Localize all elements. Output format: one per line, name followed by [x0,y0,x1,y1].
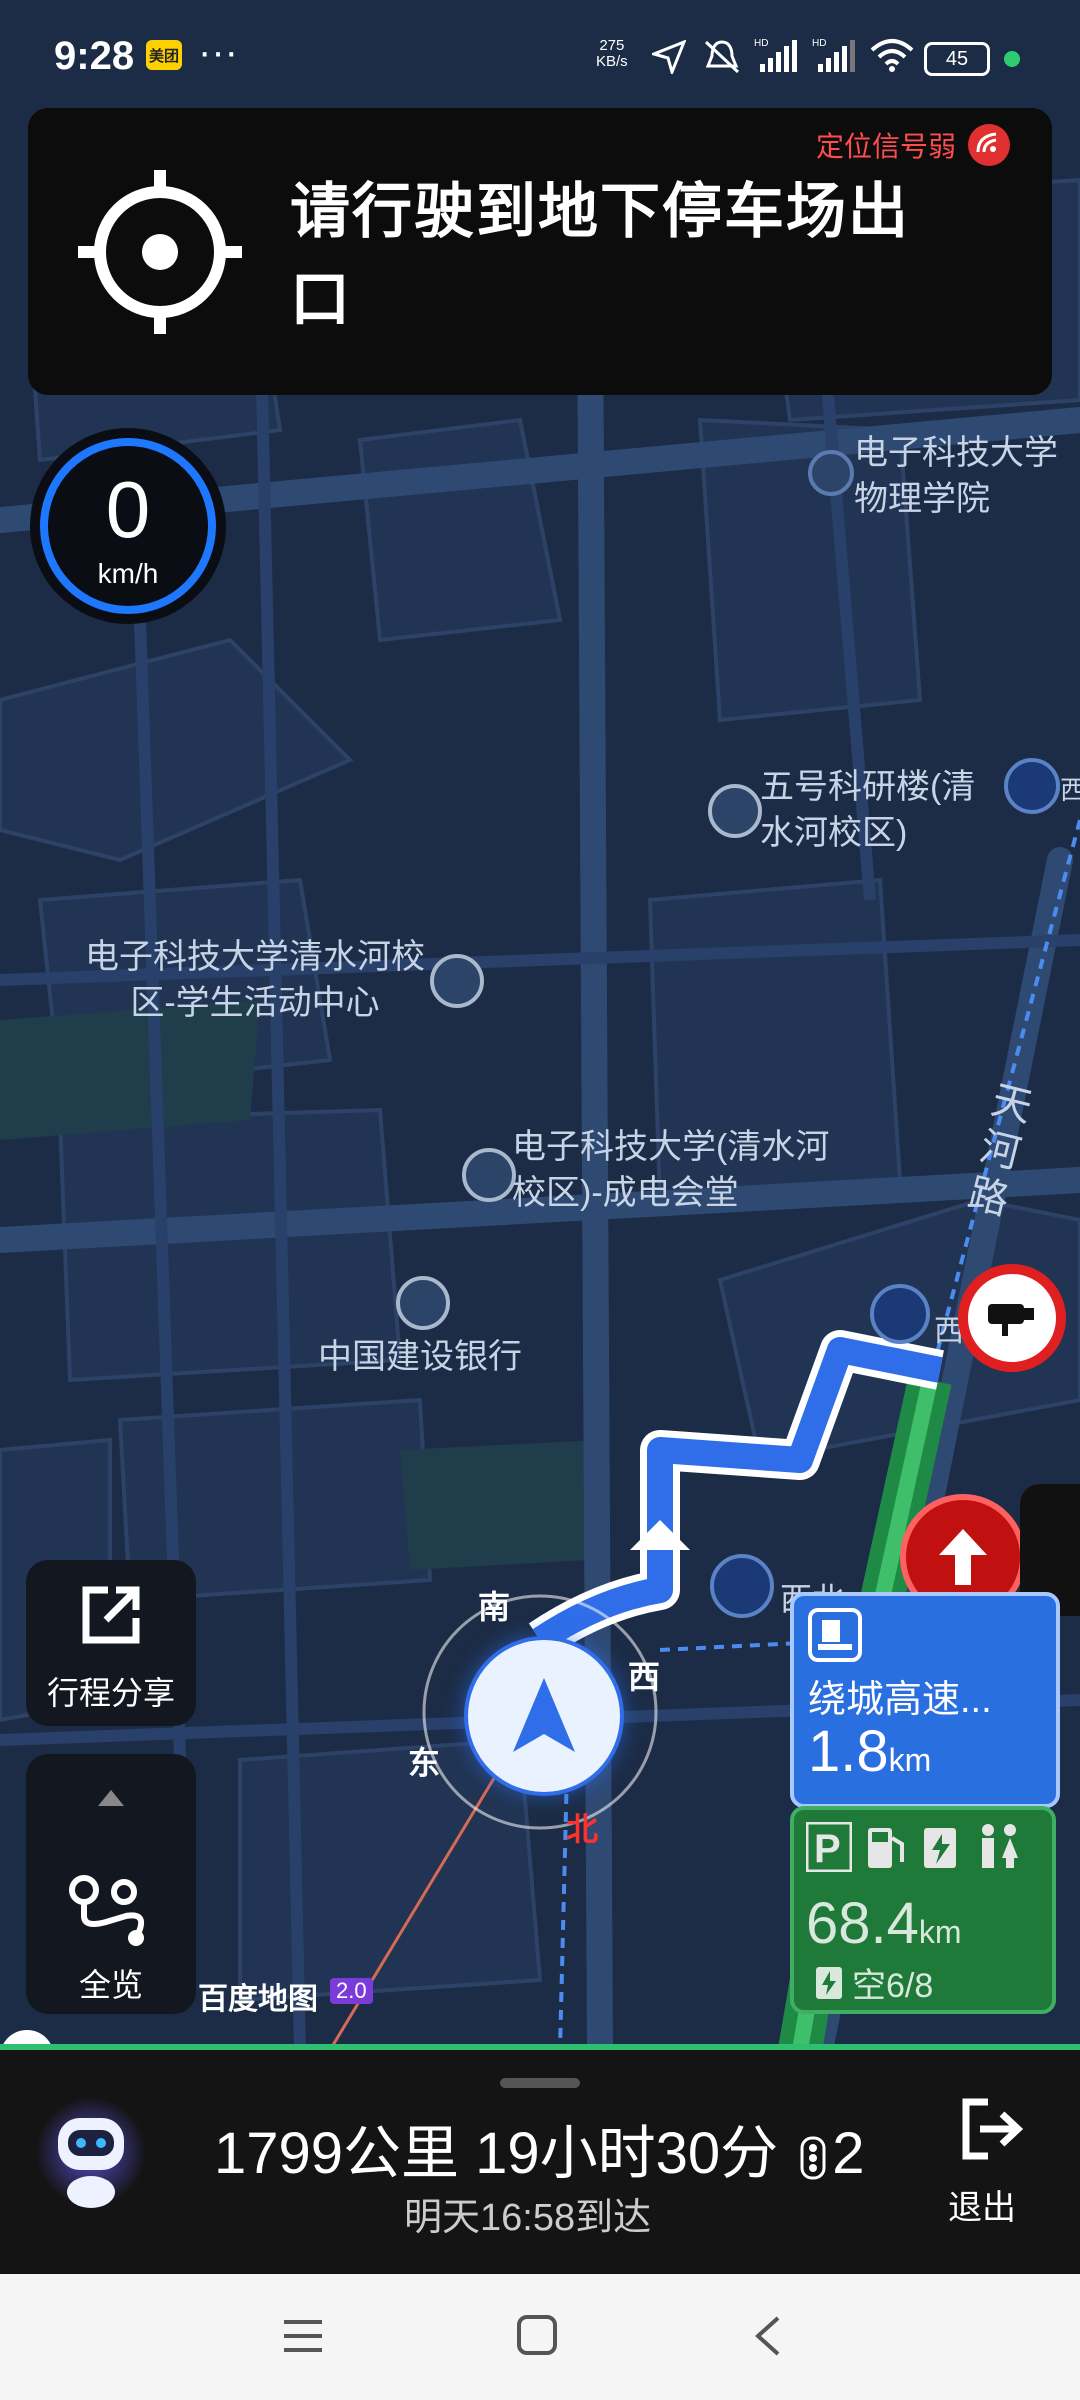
home-icon[interactable] [516,2314,558,2356]
poi-label[interactable]: 五号科研楼(清水河校区) [760,764,980,856]
svg-text:HD: HD [754,38,768,49]
edge-label: 西 [1060,775,1080,805]
arrival-time: 明天16:58到达 [404,2197,652,2239]
compass-label: 南 [478,1589,511,1625]
compass-label: 东 [408,1745,441,1781]
exit-distance: 1.8km [808,1718,931,1785]
network-speed: 275 KB/s [596,38,628,70]
traffic-light-count: 2 [832,2121,865,2186]
mute-bell-icon [704,40,740,74]
trip-distance-time: 1799公里 19小时30分 [214,2121,779,2186]
signal-strength-icon: HD [754,38,797,72]
net-speed-value: 275 [599,37,625,54]
map-logo-badge: 2.0 [330,1978,373,2004]
meituan-app-icon: 美团 [146,40,182,70]
speedometer: 0 km/h [30,428,226,624]
traffic-light-icon [800,2136,826,2180]
compass-label: 北 [566,1811,599,1847]
building-pin-icon[interactable] [708,784,762,838]
service-icons: P [806,1822,1024,1872]
restroom-icon [982,1824,1018,1868]
trip-share-label: 行程分享 [46,1675,175,1711]
charging-icon [924,1828,956,1868]
overview-panel[interactable]: 全览 [26,1754,196,2014]
svg-text:HD: HD [812,38,826,49]
exit-navigation-button[interactable]: 退出 [944,2088,1044,2268]
gps-locate-icon [78,170,242,334]
highway-direction-sign[interactable]: 绕城高速... 1.8km [790,1592,1060,1808]
exit-distance-value: 1.8 [808,1719,889,1784]
parking-pin-icon[interactable] [870,1284,930,1344]
clock: 9:28 [54,34,135,78]
service-distance-value: 68.4 [806,1891,919,1956]
status-bar: 9:28 美团 ··· 275 KB/s HD HD 45 [0,0,1080,110]
service-area-sign[interactable]: P 68.4km 空6/8 [790,1806,1056,2014]
poi-label[interactable]: 电子科技大学清水河校区-学生活动中心 [80,934,430,1026]
share-icon [82,1586,140,1644]
vehicle-location-icon[interactable] [464,1636,624,1796]
parking-icon: P [806,1822,852,1872]
parking-pin-icon[interactable] [710,1554,774,1618]
weak-signal-label: 定位信号弱 [815,131,956,162]
more-notifications-icon: ··· [198,30,238,74]
university-pin-icon[interactable] [808,450,854,496]
expand-up-icon[interactable] [96,1788,126,1808]
guidance-instruction: 请行驶到地下停车场出口 [290,178,910,333]
panel-drag-handle[interactable] [500,2078,580,2088]
exit-icon [962,2098,1024,2160]
overview-label: 全览 [78,1967,143,2003]
speed-value: 0 [105,465,151,554]
svg-text:P: P [814,1827,841,1871]
fuel-icon [868,1828,904,1868]
privacy-dot-icon [1004,51,1020,67]
toll-station-icon [808,1608,862,1662]
system-navigation-bar [0,2274,1080,2400]
net-speed-unit: KB/s [596,53,628,70]
wifi-icon [870,39,914,72]
building-pin-icon[interactable] [462,1148,516,1202]
poi-label[interactable]: 电子科技大学(清水河校区)-成电会堂 [512,1124,852,1216]
charging-availability: 空6/8 [814,1958,933,2007]
location-arrow-icon [652,40,686,74]
building-pin-icon[interactable] [430,954,484,1008]
menu-icon[interactable] [282,2318,324,2354]
parking-pin-icon[interactable] [1004,758,1060,814]
battery-indicator: 45 [924,42,990,76]
weak-gps-icon [968,124,1010,166]
compass-label: 西 [628,1659,661,1695]
charging-slots: 空6/8 [852,1967,934,2005]
guidance-banner[interactable]: 请行驶到地下停车场出口 定位信号弱 [28,108,1052,395]
exit-distance-unit: km [888,1742,932,1778]
charger-small-icon [816,1966,842,1999]
ai-assistant-robot-icon[interactable] [36,2092,146,2222]
poi-label[interactable]: 中国建设银行 [300,1334,540,1380]
signal-strength-2-icon: HD [812,38,855,72]
back-icon[interactable] [752,2314,782,2358]
map-logo: 百度地图 [198,1983,318,2016]
service-distance: 68.4km [806,1890,962,1957]
route-overview-icon [69,1875,144,1946]
service-distance-unit: km [918,1914,962,1950]
weak-signal-indicator: 定位信号弱 [816,122,1012,168]
bank-pin-icon[interactable] [396,1276,450,1330]
trip-summary: 1799公里 19小时30分 2 [214,2106,894,2190]
trip-summary-panel[interactable]: 1799公里 19小时30分 2 明天16:58到达 退出 [0,2050,1080,2274]
exit-road-name: 绕城高速... [808,1679,992,1721]
speed-unit: km/h [97,558,159,589]
trip-share-button[interactable]: 行程分享 [26,1560,196,1726]
exit-label: 退出 [948,2189,1016,2227]
poi-label[interactable]: 电子科技大学物理学院 [854,430,1080,522]
speed-camera-warning-icon [958,1264,1066,1372]
